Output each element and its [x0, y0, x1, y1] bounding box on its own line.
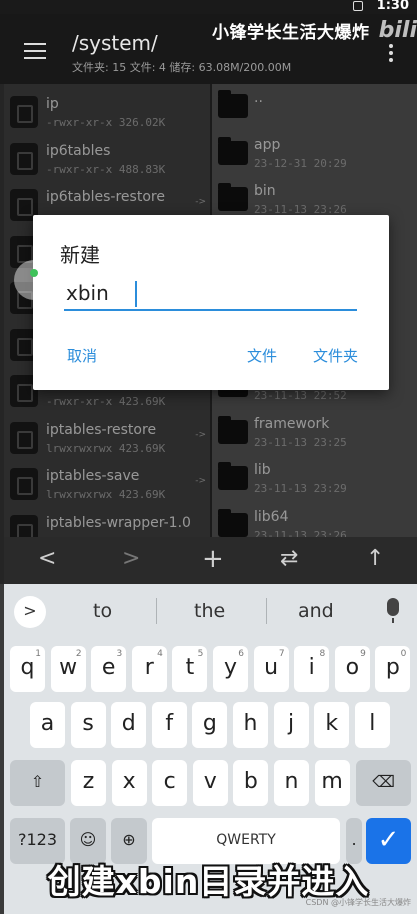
key-label: p: [385, 655, 400, 680]
key-a[interactable]: a: [30, 702, 65, 748]
credit-watermark: CSDN @小锋学长生活大爆炸: [305, 898, 411, 907]
parent-directory-button[interactable]: ↑: [366, 547, 384, 571]
key-v[interactable]: v: [192, 760, 228, 806]
key-hint: 3: [116, 649, 123, 659]
key-label: t: [185, 655, 195, 680]
channel-watermark: 小锋学长生活大爆炸: [212, 23, 370, 43]
key-hint: 0: [400, 649, 407, 659]
expand-toolbar-icon[interactable]: >: [14, 596, 46, 628]
lock-icon: [353, 1, 363, 11]
key-k[interactable]: k: [314, 702, 350, 748]
key-t[interactable]: t5: [172, 646, 208, 692]
overflow-menu-icon[interactable]: [389, 44, 393, 65]
floating-assist-handle[interactable]: [14, 260, 54, 300]
microphone-icon[interactable]: [387, 598, 399, 623]
key-b[interactable]: b: [233, 760, 269, 806]
key-d[interactable]: d: [111, 702, 147, 748]
key-hint: 7: [278, 649, 285, 659]
key-i[interactable]: i8: [294, 646, 330, 692]
key-l[interactable]: l: [354, 702, 390, 748]
bilibili-logo: bili: [378, 18, 417, 43]
key-o[interactable]: o9: [334, 646, 370, 692]
video-caption: 创建xbin目录并进入: [47, 862, 370, 901]
text-caret: [135, 281, 137, 307]
current-path: /system/: [72, 31, 158, 55]
create-file-button[interactable]: 文件: [247, 345, 277, 366]
cancel-button[interactable]: 取消: [67, 345, 97, 366]
key-hint: 9: [360, 649, 366, 659]
bottom-toolbar: < > + ⇄ ↑: [4, 537, 417, 584]
key-label: o: [345, 655, 360, 680]
key-c[interactable]: c: [152, 760, 188, 806]
key-label: q: [20, 655, 35, 680]
key-label: r: [144, 655, 154, 680]
menu-icon[interactable]: [24, 43, 46, 59]
key-label: u: [264, 655, 279, 680]
key-label: w: [59, 655, 78, 680]
suggestion-divider: [266, 598, 267, 624]
suggestion-2[interactable]: the: [194, 600, 225, 622]
key-w[interactable]: w2: [50, 646, 86, 692]
name-input[interactable]: [64, 277, 357, 311]
screen: { "status": { "time": "1:30" }, "waterma…: [0, 0, 417, 914]
key-y[interactable]: y6: [213, 646, 248, 692]
new-item-dialog: 新建 取消 文件 文件夹: [33, 215, 389, 390]
status-time: 1:30: [376, 0, 409, 13]
key-s[interactable]: s: [70, 702, 106, 748]
backspace-key[interactable]: ⌫: [356, 760, 411, 806]
key-label: e: [101, 655, 116, 680]
key-x[interactable]: x: [111, 760, 147, 806]
key-hint: 8: [319, 649, 326, 659]
key-label: y: [223, 655, 238, 680]
suggestion-divider: [156, 598, 157, 624]
forward-button[interactable]: >: [122, 547, 140, 571]
key-z[interactable]: z: [71, 760, 106, 806]
dialog-title: 新建: [60, 243, 100, 267]
storage-info: 文件夹: 15 文件: 4 储存: 63.08M/200.00M: [72, 61, 292, 74]
key-hint: 4: [157, 649, 163, 659]
shift-key[interactable]: ⇧: [10, 760, 65, 806]
key-n[interactable]: n: [274, 760, 309, 806]
key-e[interactable]: e3: [91, 646, 127, 692]
back-button[interactable]: <: [38, 547, 56, 571]
key-f[interactable]: f: [151, 702, 187, 748]
key-q[interactable]: q1: [10, 646, 45, 692]
key-g[interactable]: g: [192, 702, 228, 748]
key-u[interactable]: u7: [253, 646, 289, 692]
key-h[interactable]: h: [233, 702, 268, 748]
create-folder-button[interactable]: 文件夹: [313, 345, 358, 366]
key-j[interactable]: j: [273, 702, 309, 748]
key-hint: 6: [238, 649, 244, 659]
key-hint: 5: [197, 649, 204, 659]
key-r[interactable]: r4: [131, 646, 167, 692]
suggestion-1[interactable]: to: [93, 600, 112, 622]
swap-panes-button[interactable]: ⇄: [280, 547, 298, 571]
key-hint: 2: [75, 649, 82, 659]
key-p[interactable]: p0: [375, 646, 411, 692]
add-button[interactable]: +: [202, 546, 224, 572]
status-bar: 1:30: [0, 0, 417, 14]
key-m[interactable]: m: [314, 760, 350, 806]
key-hint: 1: [35, 649, 41, 659]
suggestion-3[interactable]: and: [298, 600, 334, 622]
suggestion-bar: > to the and: [4, 584, 417, 636]
key-label: i: [308, 655, 315, 680]
